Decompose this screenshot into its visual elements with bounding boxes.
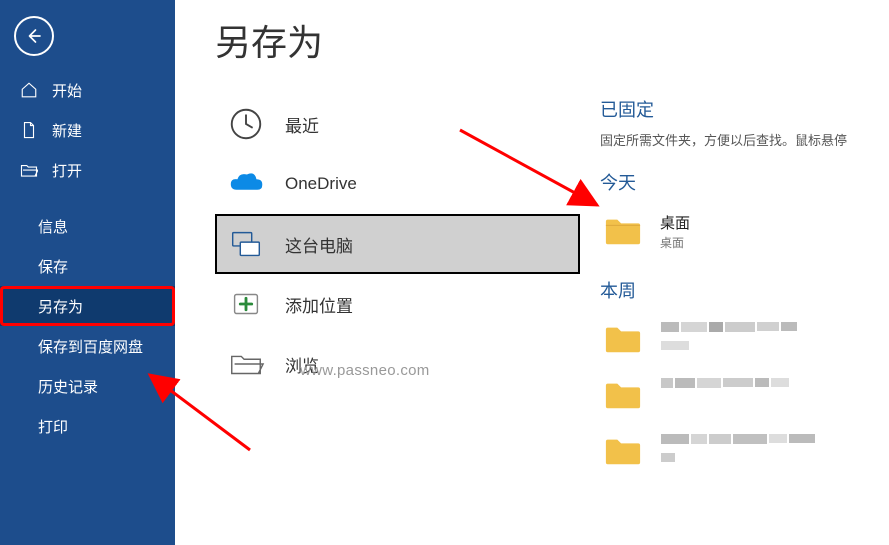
sidebar-item-label: 信息 xyxy=(38,216,68,237)
sidebar-item-label: 保存 xyxy=(38,256,68,277)
location-thispc[interactable]: 这台电脑 xyxy=(215,214,580,274)
today-section-title: 今天 xyxy=(600,169,889,195)
center-panel: 另存为 最近 OneDrive xyxy=(175,0,600,545)
blurred-text xyxy=(660,433,820,469)
pinned-section-title: 已固定 xyxy=(600,96,889,122)
folder-row-blurred[interactable] xyxy=(600,367,889,423)
page-title: 另存为 xyxy=(215,14,580,66)
open-folder-icon xyxy=(20,161,38,179)
watermark-text: www.passneo.com xyxy=(300,362,430,379)
sidebar-item-save-baidu[interactable]: 保存到百度网盘 xyxy=(0,326,175,366)
folder-icon xyxy=(604,379,642,411)
location-label: 最近 xyxy=(285,112,319,137)
location-onedrive[interactable]: OneDrive xyxy=(215,154,580,214)
sidebar-item-info[interactable]: 信息 xyxy=(0,206,175,246)
pinned-section-subtitle: 固定所需文件夹，方便以后查找。鼠标悬停 xyxy=(600,130,889,149)
sidebar-item-open[interactable]: 打开 xyxy=(0,150,175,190)
sidebar-item-label: 开始 xyxy=(52,80,82,101)
sidebar-item-home[interactable]: 开始 xyxy=(0,70,175,110)
browse-folder-icon xyxy=(227,345,265,383)
thisweek-section-title: 本周 xyxy=(600,277,889,303)
sidebar-item-label: 历史记录 xyxy=(38,376,98,397)
back-arrow-icon xyxy=(25,27,43,45)
home-icon xyxy=(20,81,38,99)
sidebar-item-history[interactable]: 历史记录 xyxy=(0,366,175,406)
add-location-icon xyxy=(227,285,265,323)
location-addplace[interactable]: 添加位置 xyxy=(215,274,580,334)
folder-path: 桌面 xyxy=(660,234,690,251)
location-list: 最近 OneDrive 这台电脑 xyxy=(215,94,580,394)
clock-icon xyxy=(227,105,265,143)
location-label: OneDrive xyxy=(285,174,357,194)
right-panel: 已固定 固定所需文件夹，方便以后查找。鼠标悬停 今天 桌面 桌面 本周 xyxy=(600,0,889,545)
annotation-highlight-box xyxy=(0,286,175,326)
sidebar-item-label: 另存为 xyxy=(38,296,83,317)
new-doc-icon xyxy=(20,121,38,139)
blurred-text xyxy=(660,377,820,413)
folder-texts: 桌面 桌面 xyxy=(660,212,690,251)
location-label: 添加位置 xyxy=(285,292,353,317)
thispc-icon xyxy=(227,225,265,263)
sidebar-item-label: 新建 xyxy=(52,120,82,141)
folder-name: 桌面 xyxy=(660,212,690,233)
sidebar-item-label: 打印 xyxy=(38,416,68,437)
blurred-text xyxy=(660,321,820,357)
sidebar-item-label: 保存到百度网盘 xyxy=(38,336,143,357)
sidebar-item-new[interactable]: 新建 xyxy=(0,110,175,150)
sidebar-item-save[interactable]: 保存 xyxy=(0,246,175,286)
folder-row-blurred[interactable] xyxy=(600,423,889,479)
sidebar-item-label: 打开 xyxy=(52,160,82,181)
back-button[interactable] xyxy=(14,16,54,56)
sidebar-item-print[interactable]: 打印 xyxy=(0,406,175,446)
folder-row-blurred[interactable] xyxy=(600,311,889,367)
location-label: 这台电脑 xyxy=(285,232,353,257)
onedrive-icon xyxy=(227,165,265,203)
sidebar: 开始 新建 打开 信息 保存 另存为 保存到百度网盘 历史记录 打印 xyxy=(0,0,175,545)
sidebar-item-saveas[interactable]: 另存为 xyxy=(0,286,175,326)
folder-icon xyxy=(604,323,642,355)
folder-icon xyxy=(604,435,642,467)
app-root: 开始 新建 打开 信息 保存 另存为 保存到百度网盘 历史记录 打印 xyxy=(0,0,889,545)
folder-row-desktop[interactable]: 桌面 桌面 xyxy=(600,203,889,259)
folder-icon xyxy=(604,215,642,247)
location-recent[interactable]: 最近 xyxy=(215,94,580,154)
main-area: 另存为 最近 OneDrive xyxy=(175,0,889,545)
